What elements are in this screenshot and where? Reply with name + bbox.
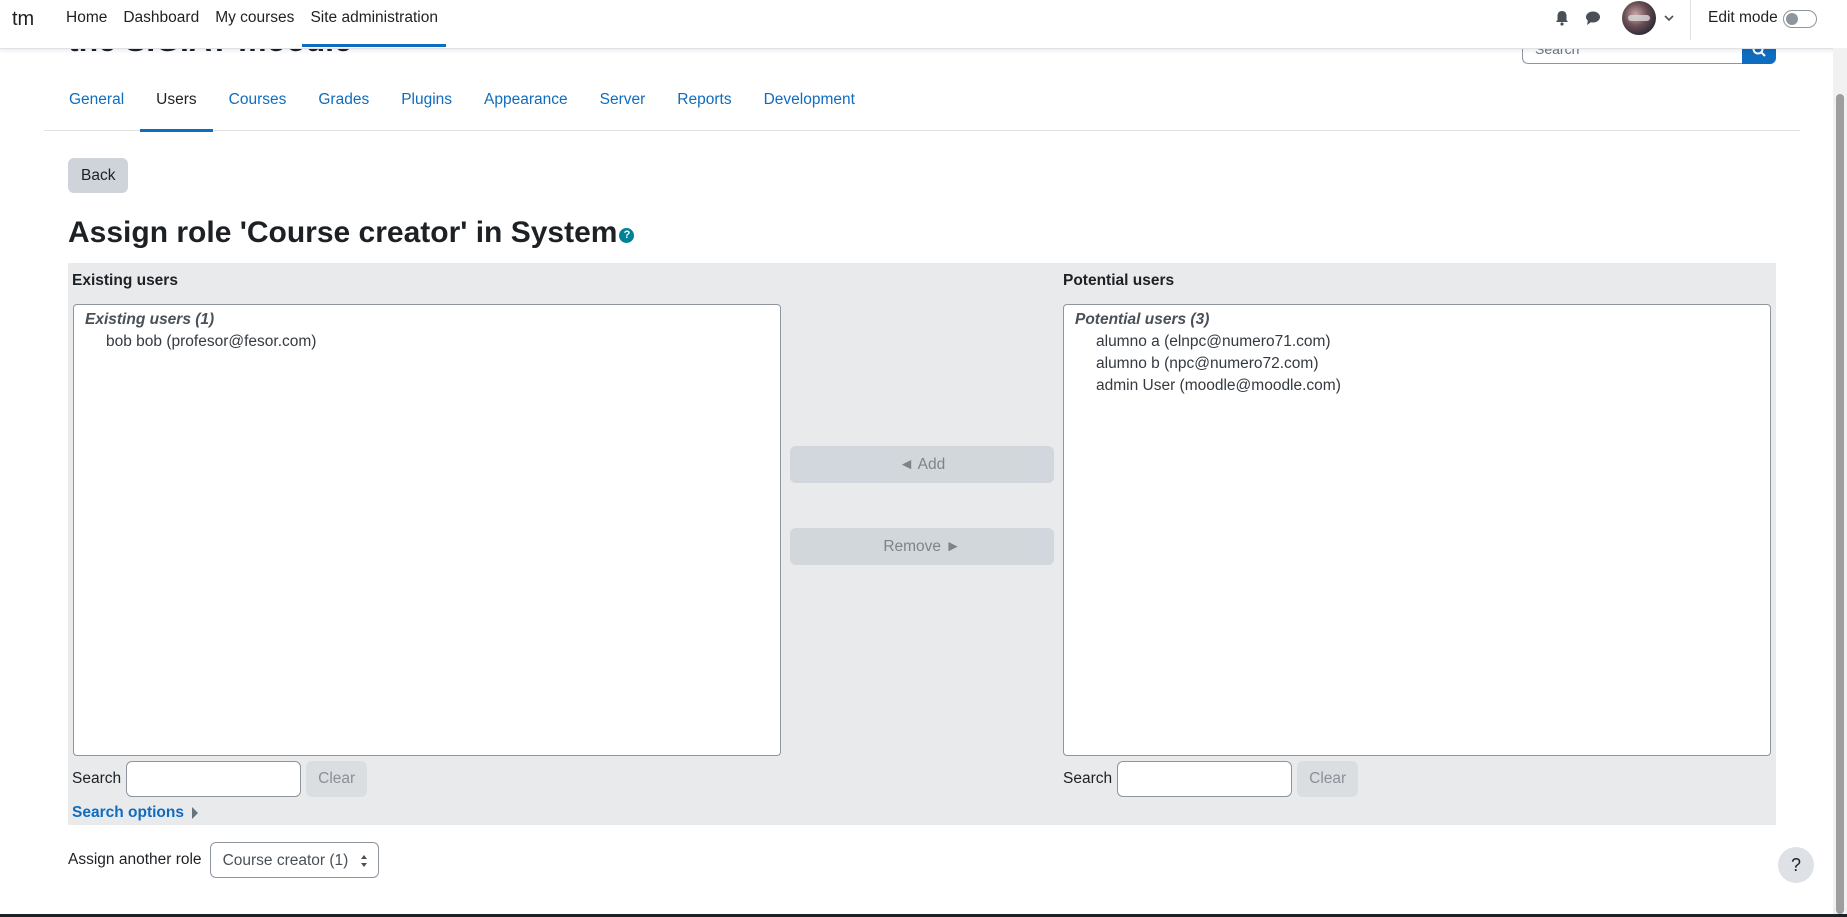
tab-general[interactable]: General [53,78,140,131]
assign-another-role-label: Assign another role [68,851,202,868]
potential-search-row: Search Clear [1063,761,1359,797]
add-button[interactable]: ◄ Add [790,446,1054,483]
toggle-knob [1786,13,1798,25]
page-title: Assign role 'Course creator' in System ? [68,216,635,250]
scrollbar-thumb[interactable] [1836,94,1844,914]
existing-search-row: Search Clear [72,761,368,797]
site-brand[interactable]: tm [12,8,34,31]
nav-dashboard[interactable]: Dashboard [115,0,207,48]
edit-mode-label: Edit mode [1708,9,1778,26]
tab-development[interactable]: Development [748,78,871,131]
help-button[interactable]: ? [1778,847,1814,883]
list-item[interactable]: admin User (moodle@moodle.com) [1075,375,1759,397]
existing-users-list[interactable]: Existing users (1) bob bob (profesor@fes… [73,304,781,756]
nav-my-courses[interactable]: My courses [207,0,302,48]
role-select[interactable]: Course creator (1) [209,842,380,878]
remove-button[interactable]: Remove ► [790,528,1054,565]
role-select-value: Course creator (1) [222,852,349,869]
help-icon[interactable]: ? [619,227,635,243]
nav-site-administration[interactable]: Site administration [302,0,446,48]
tab-plugins[interactable]: Plugins [385,78,468,131]
existing-users-group-label: Existing users (1) [85,311,215,328]
search-options-label: Search options [72,804,184,821]
secondary-navigation: General Users Courses Grades Plugins App… [44,78,1800,132]
caret-right-icon [191,807,198,819]
avatar[interactable] [1622,1,1656,35]
chat-icon[interactable] [1584,9,1602,27]
potential-search-label: Search [1063,770,1113,787]
tab-server[interactable]: Server [584,78,662,131]
chevron-down-icon[interactable] [1664,14,1674,22]
existing-users-heading: Existing users [72,272,178,289]
tab-appearance[interactable]: Appearance [468,78,584,131]
page-title-text: Assign role 'Course creator' in System [68,216,618,249]
tab-reports[interactable]: Reports [661,78,747,131]
assign-role-panel: Existing users Potential users Existing … [68,263,1776,825]
existing-search-label: Search [72,770,122,787]
tab-grades[interactable]: Grades [302,78,385,131]
nav-home[interactable]: Home [58,0,115,48]
navbar-divider [1690,0,1691,40]
tab-courses[interactable]: Courses [213,78,303,131]
potential-clear-button[interactable]: Clear [1297,761,1359,797]
top-navbar: tm Home Dashboard My courses Site admini… [0,0,1847,49]
list-item[interactable]: alumno a (elnpc@numero71.com) [1075,331,1759,353]
list-item[interactable]: alumno b (npc@numero72.com) [1075,353,1759,375]
back-button[interactable]: Back [68,158,129,193]
tab-users[interactable]: Users [140,78,214,132]
primary-navigation: Home Dashboard My courses Site administr… [58,0,446,48]
existing-clear-button[interactable]: Clear [306,761,368,797]
edit-mode-toggle[interactable] [1783,10,1817,28]
potential-users-group-label: Potential users (3) [1075,311,1210,328]
list-item[interactable]: bob bob (profesor@fesor.com) [85,331,769,353]
potential-users-list[interactable]: Potential users (3) alumno a (elnpc@nume… [1063,304,1771,756]
assign-another-role: Assign another role Course creator (1) [68,842,380,878]
bell-icon[interactable] [1553,9,1571,27]
search-options-toggle[interactable]: Search options [72,804,198,822]
select-arrows-icon [361,855,368,867]
potential-users-heading: Potential users [1063,272,1175,289]
existing-search-input[interactable] [126,761,302,797]
potential-search-input[interactable] [1117,761,1293,797]
page-scrollbar[interactable] [1833,48,1847,917]
